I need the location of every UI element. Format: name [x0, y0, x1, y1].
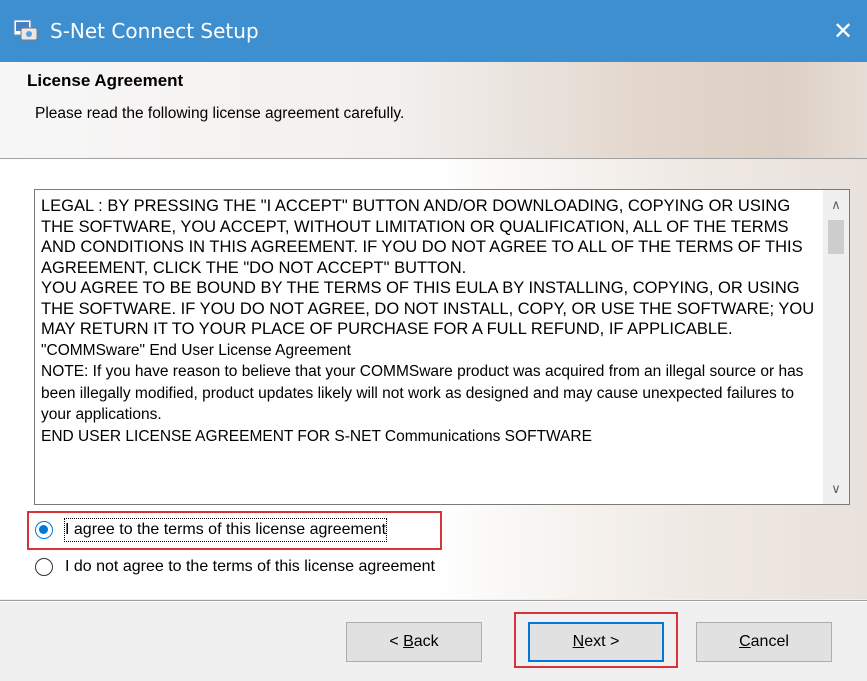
page-title: License Agreement	[27, 71, 184, 90]
setup-window: S-Net Connect Setup ✕ License Agreement …	[0, 0, 867, 681]
license-paragraph: NOTE: If you have reason to believe that…	[41, 363, 808, 423]
back-mnemonic: B	[403, 633, 414, 650]
scroll-thumb[interactable]	[828, 220, 844, 254]
vertical-scrollbar[interactable]: ∧ ∨	[823, 190, 849, 504]
scroll-down-icon[interactable]: ∨	[823, 476, 849, 502]
license-paragraph: YOU AGREE TO BE BOUND BY THE TERMS OF TH…	[41, 279, 819, 338]
back-prefix: <	[389, 633, 404, 650]
license-paragraph: "COMMSware" End User License Agreement	[41, 341, 351, 359]
disagree-label[interactable]: I do not agree to the terms of this lice…	[65, 556, 435, 578]
agree-highlight-box	[27, 511, 442, 550]
wizard-header: License Agreement Please read the follow…	[0, 62, 867, 159]
disagree-option[interactable]: I do not agree to the terms of this lice…	[35, 556, 515, 582]
title-bar[interactable]: S-Net Connect Setup ✕	[0, 0, 867, 62]
next-highlight-box	[514, 612, 678, 668]
setup-installer-icon	[13, 17, 39, 43]
footer-divider-highlight	[0, 601, 867, 602]
back-rest: ack	[413, 633, 439, 650]
license-paragraph: LEGAL : BY PRESSING THE "I ACCEPT" BUTTO…	[41, 197, 807, 277]
page-subtitle: Please read the following license agreem…	[35, 105, 405, 122]
cancel-button[interactable]: Cancel	[696, 622, 832, 662]
scroll-up-icon[interactable]: ∧	[823, 192, 849, 218]
close-icon[interactable]: ✕	[819, 0, 867, 62]
license-text-box[interactable]: LEGAL : BY PRESSING THE "I ACCEPT" BUTTO…	[34, 189, 850, 505]
cancel-rest: ancel	[750, 633, 789, 650]
window-title: S-Net Connect Setup	[50, 19, 259, 43]
cancel-mnemonic: C	[739, 633, 751, 650]
disagree-radio[interactable]	[35, 558, 53, 576]
license-text: LEGAL : BY PRESSING THE "I ACCEPT" BUTTO…	[41, 196, 826, 447]
license-paragraph: END USER LICENSE AGREEMENT FOR S-NET Com…	[41, 427, 592, 445]
back-button[interactable]: < Back	[346, 622, 482, 662]
